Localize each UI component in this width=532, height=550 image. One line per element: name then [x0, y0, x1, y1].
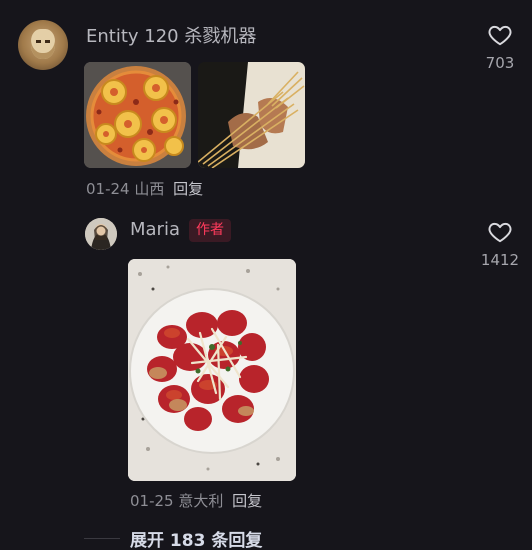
craft-illustration [198, 62, 305, 168]
comment-reply-link[interactable]: 回复 [173, 180, 203, 198]
avatar-eye [45, 40, 50, 43]
reply-reply-link[interactable]: 回复 [232, 492, 262, 510]
expand-divider [84, 538, 120, 539]
heart-icon[interactable] [487, 22, 513, 48]
comment-like-button[interactable]: 703 [475, 22, 525, 72]
reply-meta: 01-25 意大利 回复 [130, 490, 262, 511]
user-avatar[interactable] [18, 20, 68, 70]
strawberry-dish-illustration [128, 259, 296, 481]
avatar-face [31, 29, 55, 59]
comment-meta: 01-24 山西 回复 [86, 178, 203, 199]
pizza-illustration [84, 62, 191, 168]
comment-image-pizza[interactable] [84, 62, 191, 168]
reply-like-button[interactable]: 1412 [475, 219, 525, 269]
comment-image-straw-craft[interactable] [198, 62, 305, 168]
comment-date: 01-24 [86, 180, 130, 198]
expand-replies-button[interactable]: 展开 183 条回复 [130, 526, 262, 550]
avatar-eye [36, 40, 41, 43]
comment-thread: Entity 120 杀戮机器 703 01-24 山西 回复 Maria 作者… [0, 0, 532, 550]
reply-image-strawberries[interactable] [128, 259, 296, 481]
reply-username[interactable]: Maria [130, 219, 180, 240]
reply-like-count: 1412 [480, 251, 520, 269]
comment-like-count: 703 [485, 54, 515, 72]
reply-date: 01-25 [130, 492, 174, 510]
heart-icon[interactable] [487, 219, 513, 245]
comment-username[interactable]: Entity 120 杀戮机器 [86, 22, 256, 48]
reply-avatar[interactable] [85, 218, 117, 250]
comment-location: 山西 [134, 180, 165, 198]
author-badge: 作者 [189, 219, 231, 242]
avatar-illustration [85, 218, 117, 250]
reply-location: 意大利 [178, 492, 224, 510]
